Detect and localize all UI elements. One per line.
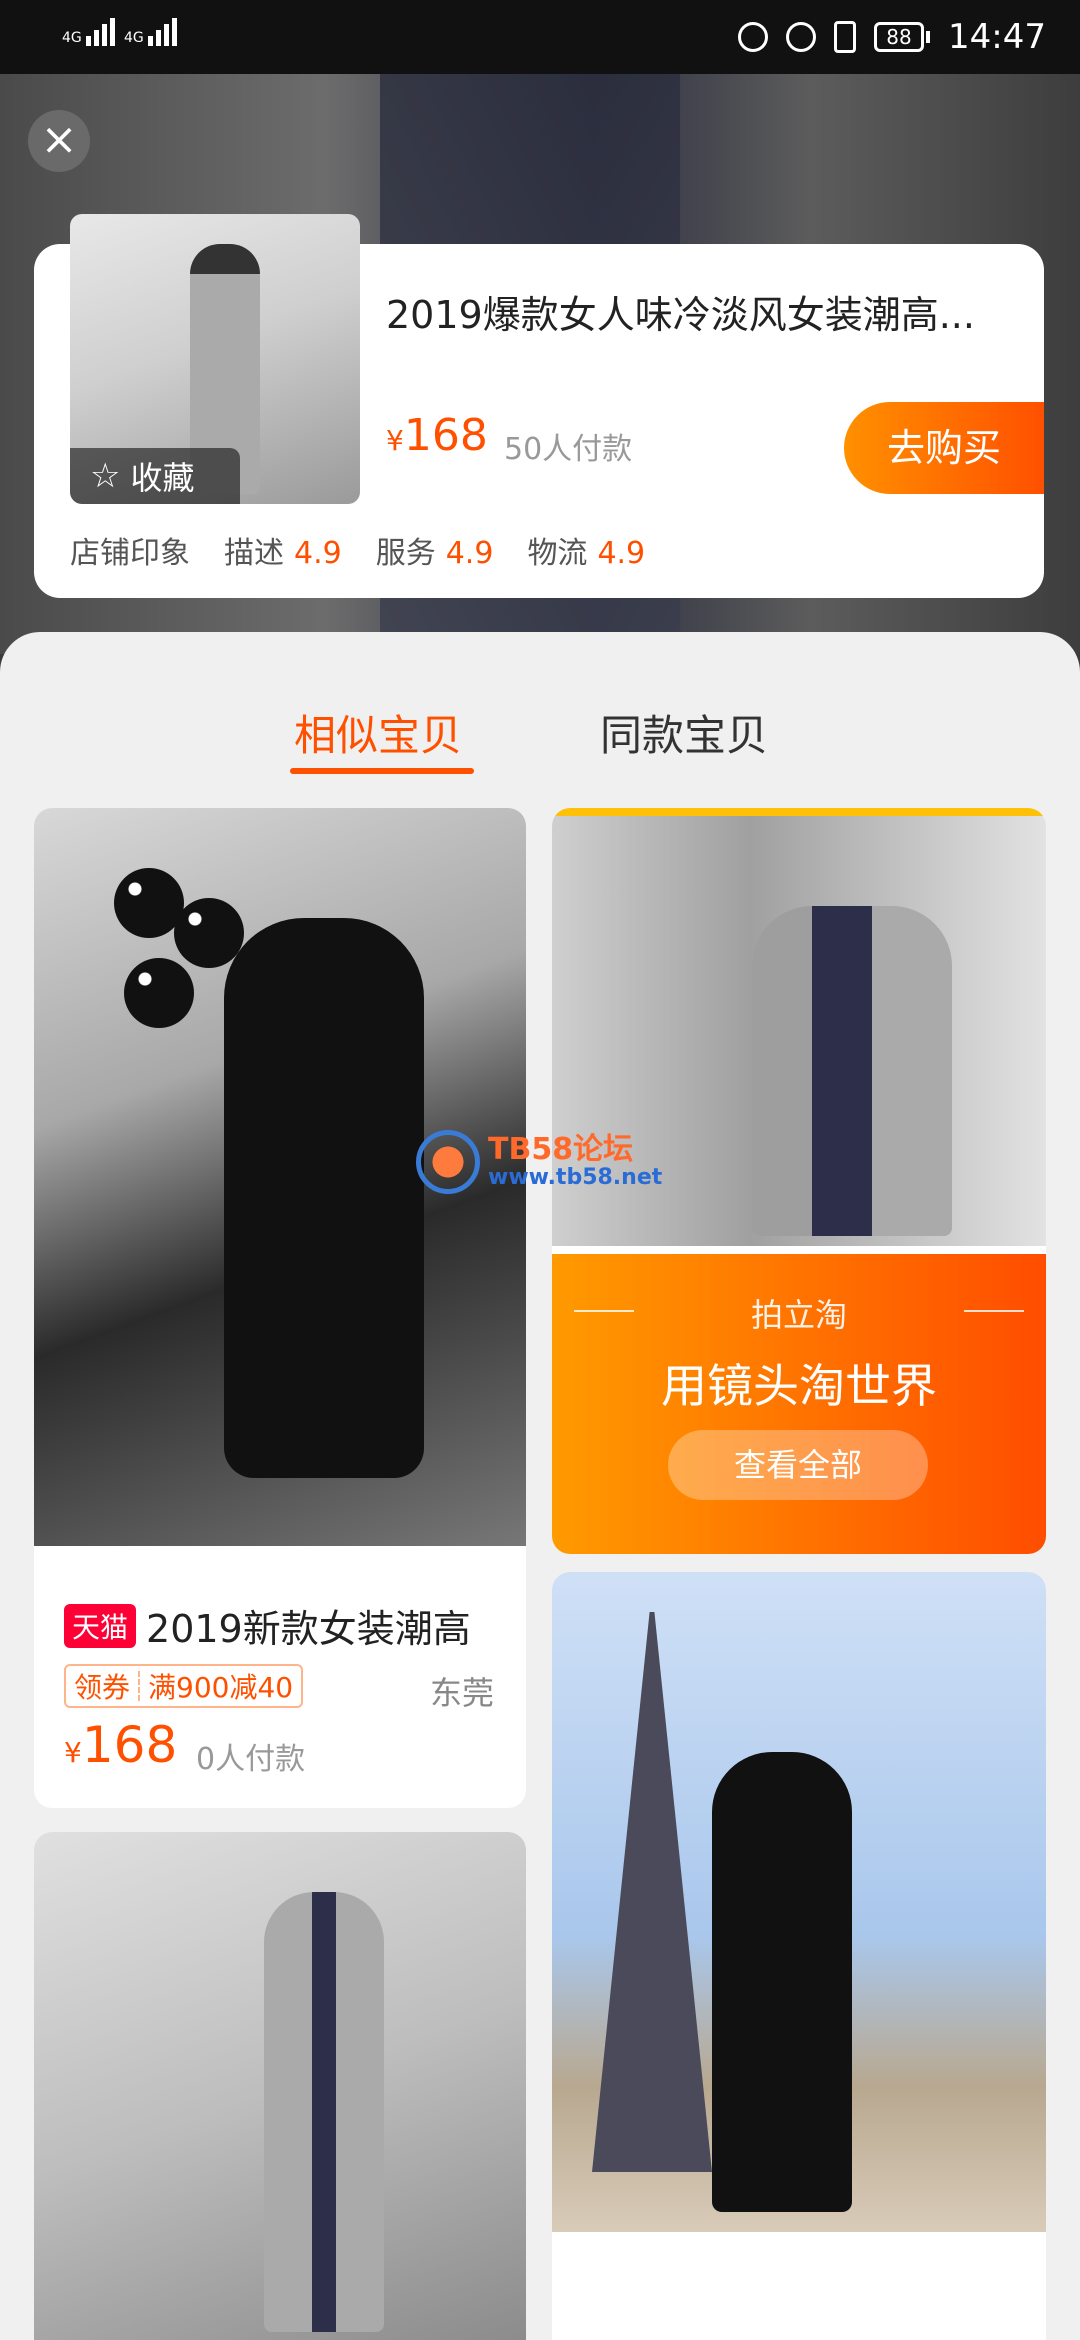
watermark: TB58论坛 www.tb58.net xyxy=(416,1130,662,1194)
status-bar: 4G 4G 88 14:47 xyxy=(0,0,1080,74)
rating-description: 描述 4.9 xyxy=(224,536,342,571)
product-title: 2019爆款女人味冷淡风女装潮高... xyxy=(386,293,975,337)
tab-indicator xyxy=(290,768,474,774)
price-value: 168 xyxy=(403,410,488,461)
status-right: 88 14:47 xyxy=(738,14,1046,60)
headset-icon xyxy=(738,22,769,52)
close-button[interactable]: × xyxy=(28,110,90,172)
favorite-button[interactable]: ☆ 收藏 xyxy=(70,448,240,504)
forum-logo-icon xyxy=(416,1130,480,1194)
tab-bar: 相似宝贝 同款宝贝 xyxy=(0,702,1080,762)
clock: 14:47 xyxy=(948,17,1046,57)
item-city: 东莞 xyxy=(429,1674,494,1712)
coupon-label: 领券 xyxy=(74,1671,131,1704)
vibrate-icon xyxy=(834,21,857,53)
rating-logistics: 物流 4.9 xyxy=(527,536,646,571)
star-icon: ☆ xyxy=(90,456,121,496)
coupon-value: 满900减40 xyxy=(148,1671,294,1704)
item-title-text: 2019新款女装潮高 xyxy=(146,1607,471,1651)
tmall-badge: 天猫 xyxy=(64,1603,137,1648)
product-item[interactable]: 天猫 2019新款女装潮高 领券 满900减40 东莞 ¥168 0人付款 xyxy=(34,808,526,1808)
signal-1: 4G xyxy=(62,18,118,46)
favorite-label: 收藏 xyxy=(130,459,195,497)
item-title: 天猫 2019新款女装潮高 xyxy=(64,1598,471,1653)
close-icon: × xyxy=(40,114,78,165)
product-card[interactable]: ☆ 收藏 2019爆款女人味冷淡风女装潮高... ¥168 50人付款 去购买 … xyxy=(34,214,1044,598)
watermark-name: TB58论坛 xyxy=(488,1132,634,1168)
buy-button[interactable]: 去购买 xyxy=(844,402,1044,494)
network-type-2: 4G xyxy=(124,30,144,46)
signal-bars-icon xyxy=(148,18,180,46)
promo-title: 用镜头淘世界 xyxy=(661,1359,937,1413)
product-sold-count: 50人付款 xyxy=(504,432,633,467)
view-all-button[interactable]: 查看全部 xyxy=(668,1430,928,1500)
network-type-1: 4G xyxy=(62,30,82,46)
item-price: ¥168 xyxy=(64,1716,178,1774)
signal-bars-icon xyxy=(86,18,118,46)
battery-icon: 88 xyxy=(874,22,931,52)
product-item[interactable] xyxy=(34,1832,526,2340)
currency-symbol: ¥ xyxy=(386,424,404,457)
product-item[interactable] xyxy=(552,1572,1046,2340)
watermark-url: www.tb58.net xyxy=(488,1165,663,1191)
item-sold-count: 0人付款 xyxy=(196,1742,306,1777)
promo-subtitle: 拍立淘 xyxy=(750,1296,847,1334)
shop-ratings: 店铺印象 描述 4.9 服务 4.9 物流 4.9 xyxy=(70,528,645,572)
product-image[interactable] xyxy=(34,1832,526,2340)
tab-same[interactable]: 同款宝贝 xyxy=(600,702,768,763)
similar-items-sheet: 相似宝贝 同款宝贝 天猫 2019新款女装潮高 领券 满900减40 东莞 ¥1… xyxy=(0,632,1080,2340)
shop-label: 店铺印象 xyxy=(70,536,190,571)
alarm-icon xyxy=(786,22,817,52)
battery-level: 88 xyxy=(874,22,925,52)
pailitao-promo: 拍立淘 用镜头淘世界 查看全部 xyxy=(552,1254,1046,1554)
rating-service: 服务 4.9 xyxy=(375,536,494,571)
product-price: ¥168 xyxy=(386,410,488,461)
product-thumbnail[interactable]: ☆ 收藏 xyxy=(70,214,360,504)
tab-similar[interactable]: 相似宝贝 xyxy=(294,702,462,763)
product-image[interactable] xyxy=(552,1572,1046,2232)
coupon-badge: 领券 满900减40 xyxy=(64,1664,304,1708)
signal-2: 4G xyxy=(124,18,180,46)
